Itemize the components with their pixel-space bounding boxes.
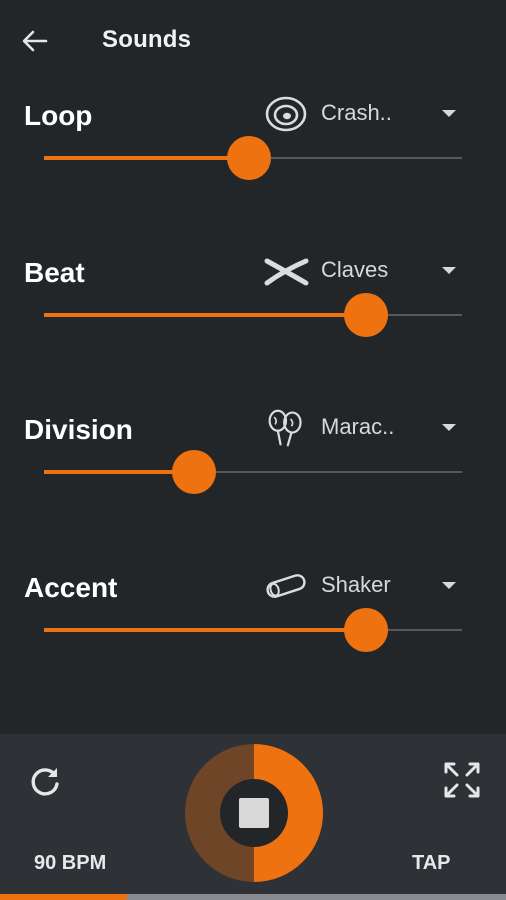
beat-progress-fill xyxy=(0,894,127,900)
section-label: Accent xyxy=(24,572,118,603)
sound-dropdown-beat[interactable]: Claves xyxy=(262,247,472,295)
slider-fill xyxy=(44,313,366,317)
section-label: Beat xyxy=(24,257,85,288)
slider-fill xyxy=(44,156,249,160)
page-title: Sounds xyxy=(102,26,192,53)
slider-thumb[interactable] xyxy=(343,608,388,652)
shaker-icon xyxy=(266,574,306,598)
volume-slider-loop[interactable] xyxy=(44,136,462,180)
section-division: Division Marac.. xyxy=(0,409,506,534)
sound-dropdown-accent[interactable]: Shaker xyxy=(262,562,472,610)
caret-down-icon xyxy=(442,110,456,117)
section-label: Division xyxy=(24,414,133,445)
section-loop: Loop Crash.. xyxy=(0,96,506,220)
section-beat: Beat Claves xyxy=(0,257,506,377)
arrow-back-icon xyxy=(22,30,48,52)
playback-bar: 90 BPM TAP xyxy=(0,734,506,900)
maracas-icon xyxy=(268,409,302,447)
progress-ring xyxy=(185,744,323,882)
section-accent: Accent Shaker xyxy=(0,572,506,692)
volume-slider-division[interactable] xyxy=(44,450,462,494)
beat-progress-bar xyxy=(0,894,506,900)
tap-button[interactable]: TAP xyxy=(412,852,451,875)
volume-slider-accent[interactable] xyxy=(44,608,462,652)
caret-down-icon xyxy=(442,424,456,431)
sound-dropdown-loop[interactable]: Crash.. xyxy=(262,90,472,138)
back-button[interactable] xyxy=(18,24,52,58)
play-stop-button[interactable] xyxy=(185,744,323,882)
sound-name: Claves xyxy=(321,257,389,282)
claves-icon xyxy=(264,258,309,286)
volume-slider-beat[interactable] xyxy=(44,293,462,337)
sound-dropdown-division[interactable]: Marac.. xyxy=(262,404,472,452)
stop-icon xyxy=(239,798,269,828)
caret-down-icon xyxy=(442,267,456,274)
section-label: Loop xyxy=(24,100,93,131)
refresh-icon xyxy=(31,768,59,796)
top-bar: Sounds xyxy=(0,0,506,84)
slider-thumb[interactable] xyxy=(172,450,217,494)
fullscreen-icon xyxy=(444,762,480,798)
reset-button[interactable] xyxy=(26,762,64,800)
sound-name: Marac.. xyxy=(321,414,395,439)
caret-down-icon xyxy=(442,582,456,589)
cymbal-icon xyxy=(265,96,307,132)
sound-name: Shaker xyxy=(321,572,391,597)
slider-fill xyxy=(44,628,366,632)
sound-name: Crash.. xyxy=(321,100,392,125)
fullscreen-button[interactable] xyxy=(442,760,482,800)
slider-thumb[interactable] xyxy=(226,136,271,180)
slider-thumb[interactable] xyxy=(343,293,388,337)
bpm-label[interactable]: 90 BPM xyxy=(34,852,106,875)
